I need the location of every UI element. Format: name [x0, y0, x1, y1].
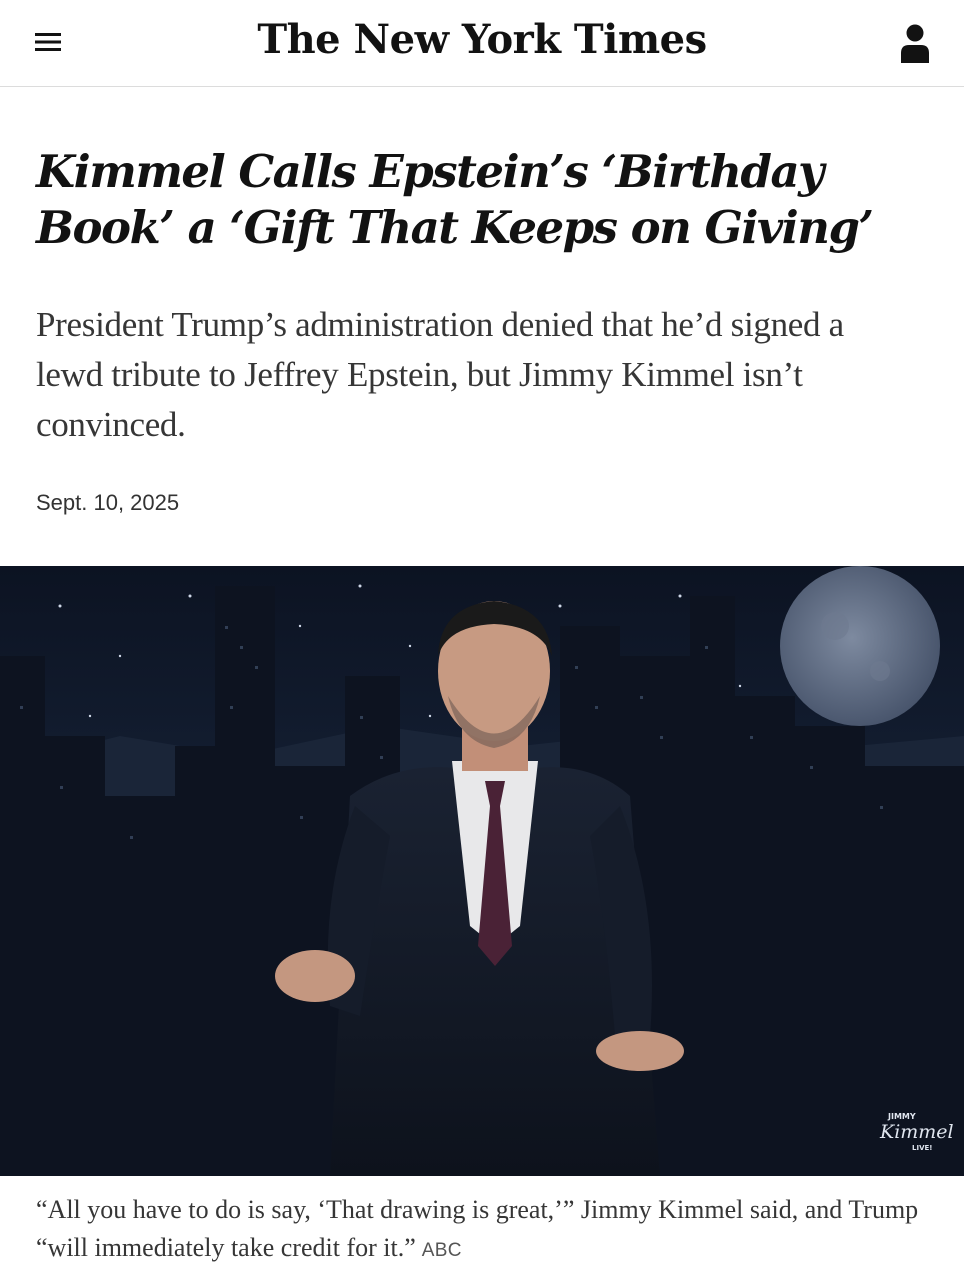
photo-credit: ABC [421, 1240, 462, 1261]
watermark-main: Kimmel [879, 1121, 954, 1143]
article-date: Sept. 10, 2025 [36, 490, 180, 515]
watermark-bottom: LIVE! [912, 1144, 932, 1152]
article-headline: Kimmel Calls Epstein’s ‘Birthday Book’ a… [36, 145, 874, 254]
article-photo: JIMMY Kimmel LIVE! [0, 566, 964, 1176]
article-summary: President Trump’s administration denied … [36, 305, 844, 444]
nyt-logo[interactable]: The New York Times [0, 14, 964, 66]
photo-caption-text: “All you have to do is say, ‘That drawin… [36, 1195, 919, 1262]
watermark-top: JIMMY [887, 1112, 916, 1121]
user-account-icon[interactable] [896, 20, 934, 66]
masthead: The New York Times [0, 0, 964, 87]
photo-caption: “All you have to do is say, ‘That drawin… [36, 1191, 936, 1270]
